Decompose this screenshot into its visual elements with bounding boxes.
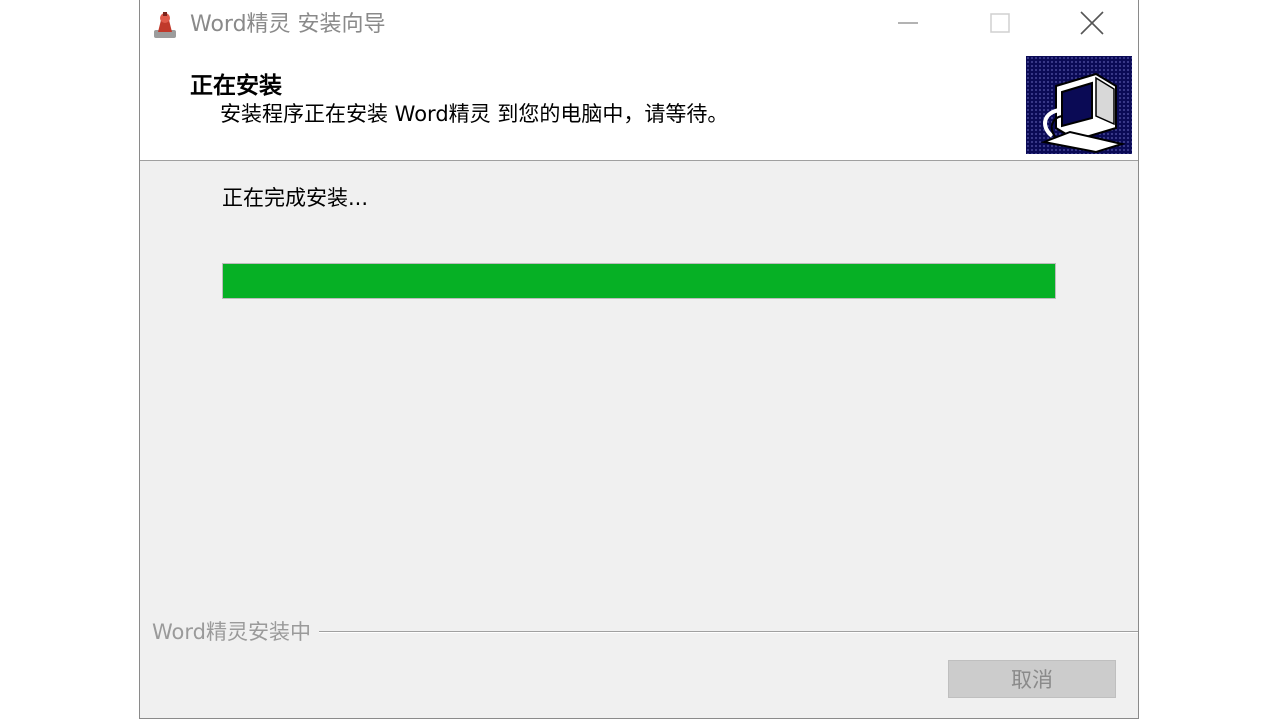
maximize-icon <box>989 12 1011 38</box>
cancel-button[interactable]: 取消 <box>948 660 1116 698</box>
title-bar[interactable]: Word精灵 安装向导 <box>140 0 1138 50</box>
page-title: 正在安装 <box>190 73 282 99</box>
minimize-icon <box>897 12 919 38</box>
close-button[interactable] <box>1046 0 1138 50</box>
footer-brand: Word精灵安装中 <box>152 616 319 646</box>
page-subtitle: 安装程序正在安装 Word精灵 到您的电脑中，请等待。 <box>220 102 729 126</box>
status-text: 正在完成安装... <box>222 186 369 210</box>
computer-install-icon <box>1026 56 1132 154</box>
minimize-button[interactable] <box>862 0 954 50</box>
window-title: Word精灵 安装向导 <box>190 12 386 37</box>
installer-window: Word精灵 安装向导 正在安装 安装程序正在安装 Word精灵 到您的电脑中，… <box>139 0 1139 719</box>
maximize-button[interactable] <box>954 0 1046 50</box>
close-icon <box>1079 10 1105 40</box>
progress-fill <box>223 264 1055 298</box>
progress-bar <box>222 263 1056 299</box>
app-icon <box>150 10 180 40</box>
installer-header: 正在安装 安装程序正在安装 Word精灵 到您的电脑中，请等待。 <box>140 50 1138 161</box>
